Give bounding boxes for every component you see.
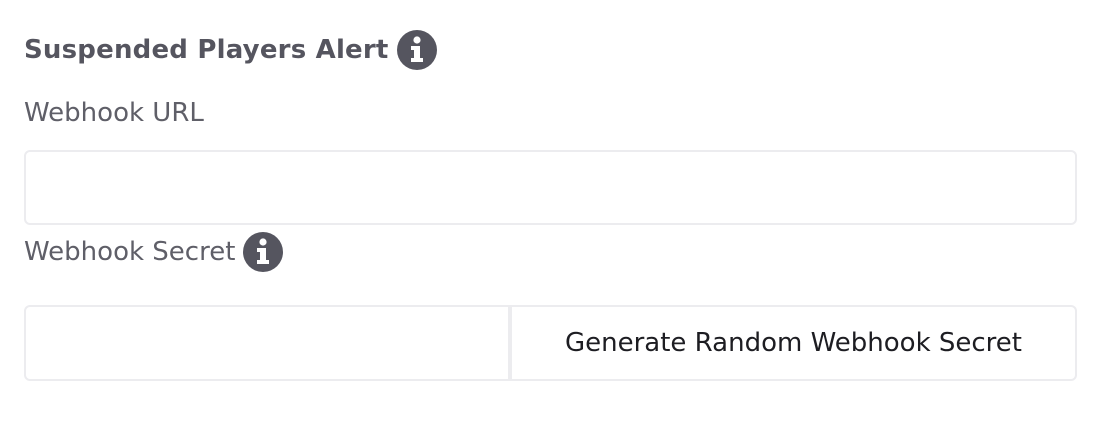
webhook-secret-label-text: Webhook Secret [24,237,236,267]
section-header: Suspended Players Alert [24,30,437,70]
webhook-secret-input[interactable] [24,305,510,381]
webhook-url-label: Webhook URL [24,98,204,128]
webhook-secret-label: Webhook Secret [24,232,284,272]
section-title: Suspended Players Alert [24,35,389,65]
generate-random-webhook-secret-button[interactable]: Generate Random Webhook Secret [510,305,1077,381]
webhook-url-input[interactable] [24,150,1077,225]
webhook-url-label-text: Webhook URL [24,98,204,128]
info-circle-icon[interactable] [396,30,437,70]
info-circle-icon[interactable] [243,232,284,272]
